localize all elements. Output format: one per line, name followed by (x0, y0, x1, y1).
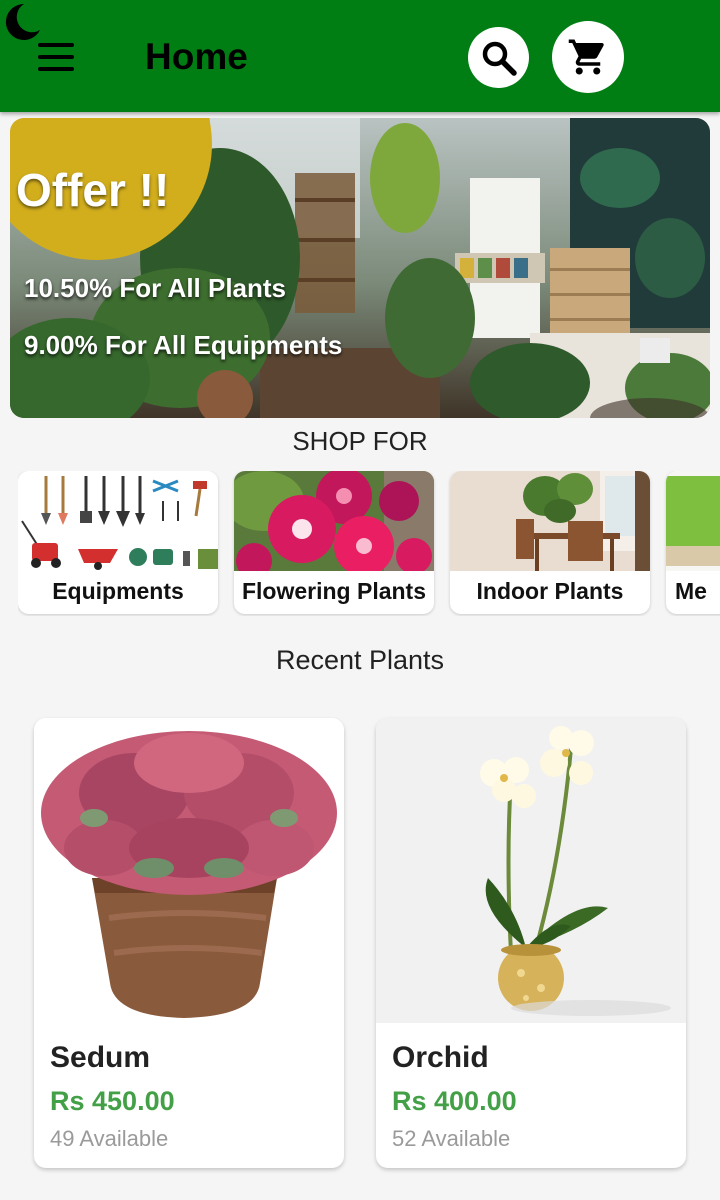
orchid-image (376, 718, 686, 1023)
cart-button[interactable] (552, 21, 624, 93)
app-bar: Home (0, 0, 720, 112)
category-label: Equipments (52, 578, 184, 604)
category-flowering-plants[interactable]: Flowering Plants (234, 471, 434, 614)
product-name: Orchid (392, 1041, 489, 1074)
flowering-plants-image (234, 471, 434, 571)
category-list[interactable]: Equipments Flowering Plants Indoor Plant… (18, 471, 720, 616)
offer-title: Offer !! (16, 164, 170, 216)
product-stock: 52 Available (392, 1126, 511, 1151)
category-partial[interactable]: Me (666, 471, 720, 614)
grass-image (666, 471, 720, 571)
menu-button[interactable] (30, 36, 82, 78)
sedum-image (34, 718, 344, 1023)
product-name: Sedum (50, 1041, 151, 1074)
search-icon (482, 41, 517, 76)
category-equipments[interactable]: Equipments (18, 471, 218, 614)
category-label: Flowering Plants (241, 578, 427, 604)
search-button[interactable] (468, 27, 529, 88)
product-price: Rs 450.00 (50, 1086, 175, 1116)
page-title: Home (145, 36, 248, 77)
equipments-image (18, 471, 218, 571)
shop-for-heading: SHOP FOR (292, 426, 428, 456)
category-label: Me (675, 578, 707, 604)
product-price: Rs 400.00 (392, 1086, 517, 1116)
offer-line-plants: 10.50% For All Plants (24, 273, 287, 303)
category-label: Indoor Plants (476, 578, 624, 604)
recent-plants-heading: Recent Plants (275, 645, 445, 675)
shopping-cart-icon (568, 39, 604, 75)
offer-line-equipments: 9.00% For All Equipments (24, 330, 343, 360)
offer-banner[interactable]: Offer !! 10.50% For All Plants 9.00% For… (10, 118, 710, 418)
indoor-plants-image (450, 471, 650, 571)
product-card-orchid[interactable]: Orchid Rs 400.00 52 Available (376, 718, 686, 1168)
product-card-sedum[interactable]: Sedum Rs 450.00 49 Available (34, 718, 344, 1168)
category-indoor-plants[interactable]: Indoor Plants (450, 471, 650, 614)
product-stock: 49 Available (50, 1126, 169, 1151)
